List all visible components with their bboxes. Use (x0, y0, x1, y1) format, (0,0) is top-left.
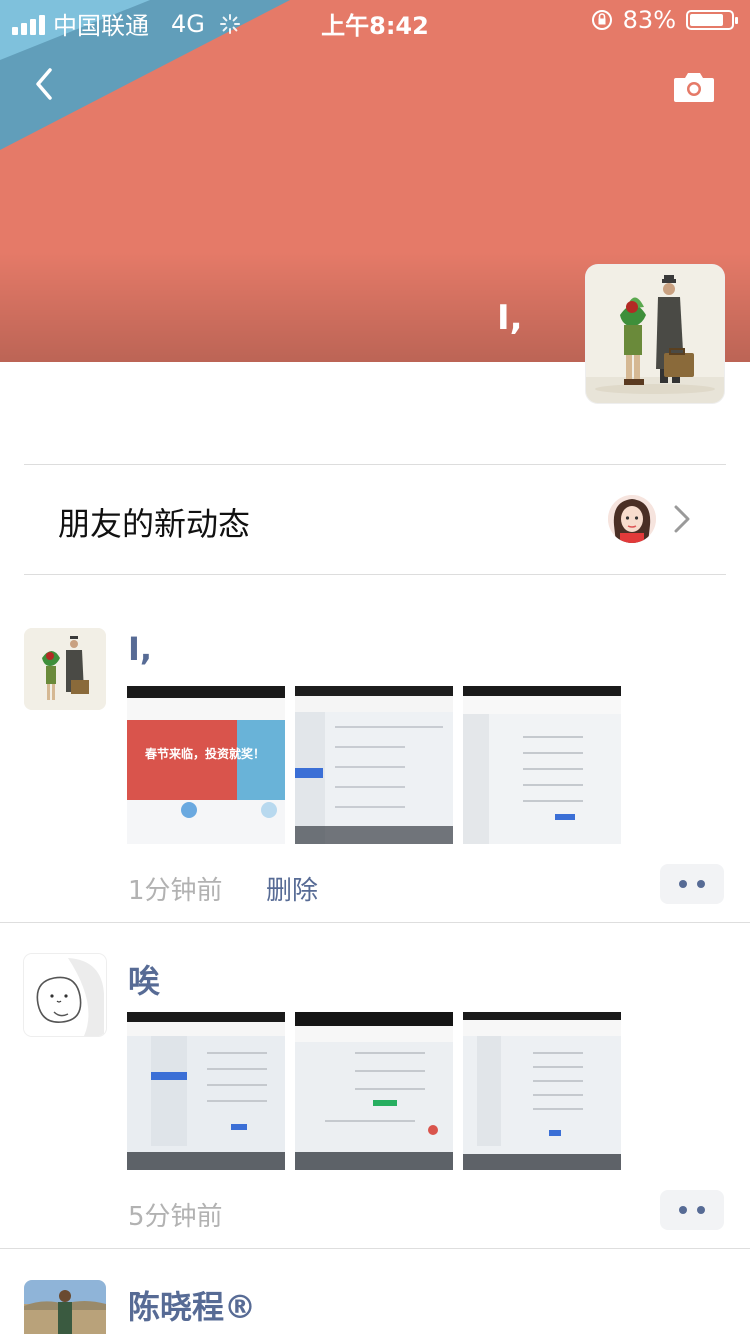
friends-updates-row[interactable]: 朋友的新动态 (24, 465, 726, 573)
post-author-name[interactable]: 陈晓程® (128, 1282, 256, 1328)
post-timestamp: 1分钟前 (128, 876, 223, 906)
dot-icon (697, 1206, 705, 1214)
post-image[interactable] (295, 1012, 453, 1170)
status-bar: 中国联通 4G 上午8:42 83% (0, 0, 750, 40)
post-avatar[interactable] (24, 954, 106, 1036)
post-image[interactable] (127, 1012, 285, 1170)
camera-icon[interactable] (672, 68, 716, 104)
post-avatar[interactable] (24, 628, 106, 710)
more-actions-button[interactable] (660, 1190, 724, 1230)
post-separator (0, 922, 750, 923)
battery-percent: 83% (622, 6, 676, 34)
divider (24, 574, 726, 575)
delete-link[interactable]: 删除 (266, 870, 318, 907)
banner-text: 春节来临，投资就奖！ (144, 746, 265, 761)
friends-updates-label: 朋友的新动态 (58, 505, 251, 543)
profile-avatar[interactable] (586, 265, 724, 403)
post-image[interactable] (295, 686, 453, 844)
dot-icon (679, 1206, 687, 1214)
post-author-name[interactable]: 唉 (128, 956, 160, 1002)
post-image[interactable] (463, 1012, 621, 1170)
post-image[interactable]: 春节来临，投资就奖！ (127, 686, 285, 844)
post-separator (0, 1248, 750, 1249)
rotation-lock-icon (591, 10, 612, 30)
post-author-name[interactable]: I, (128, 630, 152, 668)
post-avatar[interactable] (24, 1280, 106, 1334)
dot-icon (697, 880, 705, 888)
back-chevron-icon[interactable] (30, 64, 70, 104)
dot-icon (679, 880, 687, 888)
chevron-right-icon (674, 505, 690, 533)
friend-avatar (608, 495, 656, 543)
battery-icon (686, 10, 738, 30)
profile-name: I, (497, 298, 523, 338)
post-image[interactable] (463, 686, 621, 844)
more-actions-button[interactable] (660, 864, 724, 904)
post-timestamp: 5分钟前 (128, 1202, 223, 1232)
